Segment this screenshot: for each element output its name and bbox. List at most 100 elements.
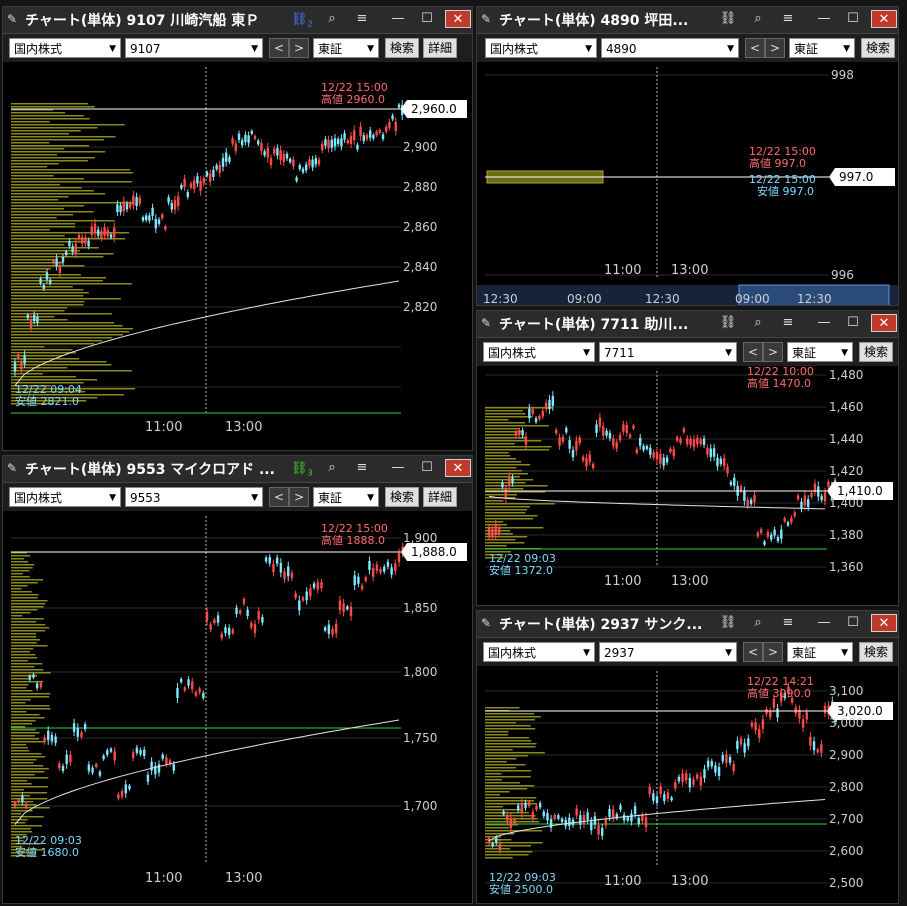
pin-icon[interactable]: ✎ [481, 615, 497, 631]
exchange-select[interactable]: 東証 ▼ [787, 642, 853, 662]
minimize-button[interactable]: — [387, 10, 409, 28]
pin-icon[interactable]: ✎ [481, 315, 497, 331]
menu-icon[interactable]: ≡ [777, 10, 799, 28]
title-bar[interactable]: ✎ チャート(単体) 9553 マイクロアド ... ⛓3 ⌕ ≡ — ☐ ✕ [3, 456, 472, 483]
next-button[interactable]: > [289, 487, 309, 507]
maximize-button[interactable]: ☐ [416, 459, 438, 477]
candle [49, 279, 52, 284]
price-chart[interactable]: 1,410.01,4801,4601,4401,4201,4001,3801,3… [477, 367, 898, 605]
candle [183, 687, 187, 691]
candle [581, 456, 585, 461]
title-bar[interactable]: ✎ チャート(単体) 2937 サンク... ⛓ ⌕ ≡ — ☐ ✕ [477, 611, 898, 638]
prev-button[interactable]: < [269, 38, 289, 58]
next-button[interactable]: > [289, 38, 309, 58]
price-chart[interactable]: 1,888.01,900 1,850 1,800 1,750 1,700 11:00 13:… [3, 512, 472, 904]
menu-icon[interactable]: ≡ [351, 459, 373, 477]
market-select[interactable]: 国内株式 ▼ [9, 487, 121, 507]
search-icon[interactable]: ⌕ [321, 10, 343, 28]
search-button[interactable]: 検索 [859, 642, 893, 662]
exchange-select[interactable]: 東証 ▼ [787, 342, 853, 362]
detail-button[interactable]: 詳細 [423, 487, 457, 507]
code-input[interactable]: 9107 ▼ [125, 38, 263, 58]
candle [686, 438, 689, 445]
link-icon[interactable]: ⛓3 [291, 461, 313, 478]
title-bar[interactable]: ✎ チャート(単体) 7711 助川... ⛓ ⌕ ≡ — ☐ ✕ [477, 311, 898, 338]
menu-icon[interactable]: ≡ [777, 314, 799, 332]
detail-button[interactable]: 詳細 [423, 38, 457, 58]
search-button[interactable]: 検索 [385, 38, 419, 58]
window-title: チャート(単体) 2937 サンク... [499, 617, 703, 633]
volume-bar [11, 115, 84, 117]
code-input[interactable]: 4890 ▼ [601, 38, 739, 58]
price-chart[interactable]: 2,960.0 2,900 2,880 2,860 2,840 2,820 11:00 13:… [3, 63, 472, 451]
market-select[interactable]: 国内株式 ▼ [9, 38, 121, 58]
menu-icon[interactable]: ≡ [351, 10, 373, 28]
link-icon[interactable]: ⛓ [717, 314, 739, 332]
close-button[interactable]: ✕ [871, 10, 897, 28]
candle [706, 760, 710, 768]
search-icon[interactable]: ⌕ [747, 10, 769, 28]
search-icon[interactable]: ⌕ [747, 614, 769, 632]
next-button[interactable]: > [763, 342, 783, 362]
candle [298, 165, 301, 170]
maximize-button[interactable]: ☐ [416, 10, 438, 28]
search-button[interactable]: 検索 [385, 487, 419, 507]
link-icon[interactable]: ⛓ [717, 10, 739, 28]
exchange-select[interactable]: 東証 ▼ [313, 38, 379, 58]
candle [261, 616, 264, 623]
chevron-down-icon: ▼ [727, 44, 734, 54]
title-bar[interactable]: ✎ チャート(単体) 4890 坪田... ⛓ ⌕ ≡ — ☐ ✕ [477, 7, 898, 34]
minimize-button[interactable]: — [387, 459, 409, 477]
menu-icon[interactable]: ≡ [777, 614, 799, 632]
code-input[interactable]: 9553 ▼ [125, 487, 263, 507]
volume-bar [485, 773, 502, 775]
link-icon[interactable]: ⛓2 [291, 12, 313, 29]
candle [639, 437, 642, 446]
volume-bar [485, 518, 534, 520]
maximize-button[interactable]: ☐ [842, 314, 864, 332]
candle [39, 278, 42, 284]
candle [633, 806, 637, 815]
exchange-select[interactable]: 東証 ▼ [313, 487, 379, 507]
close-button[interactable]: ✕ [871, 314, 897, 332]
minimize-button[interactable]: — [813, 314, 835, 332]
code-input[interactable]: 2937 ▼ [599, 642, 737, 662]
next-button[interactable]: > [765, 38, 785, 58]
volume-bar [11, 690, 33, 692]
volume-bar [11, 759, 37, 761]
maximize-button[interactable]: ☐ [842, 10, 864, 28]
candle [98, 771, 102, 776]
candle [241, 140, 244, 146]
pin-icon[interactable]: ✎ [7, 11, 23, 27]
volume-bar [11, 268, 51, 270]
search-button[interactable]: 検索 [859, 342, 893, 362]
search-button[interactable]: 検索 [861, 38, 895, 58]
minimize-button[interactable]: — [813, 10, 835, 28]
prev-button[interactable]: < [269, 487, 289, 507]
prev-button[interactable]: < [745, 38, 765, 58]
price-chart[interactable]: 3,020.03,1003,0002,9002,8002,7002,6002,5… [477, 667, 898, 903]
prev-button[interactable]: < [743, 342, 763, 362]
close-button[interactable]: ✕ [445, 10, 471, 28]
maximize-button[interactable]: ☐ [842, 614, 864, 632]
market-select[interactable]: 国内株式 ▼ [485, 38, 597, 58]
search-icon[interactable]: ⌕ [321, 459, 343, 477]
market-select[interactable]: 国内株式 ▼ [483, 642, 595, 662]
exchange-select[interactable]: 東証 ▼ [789, 38, 855, 58]
volume-bar [11, 103, 89, 105]
prev-button[interactable]: < [743, 642, 763, 662]
market-select[interactable]: 国内株式 ▼ [483, 342, 595, 362]
pin-icon[interactable]: ✎ [481, 11, 497, 27]
link-icon[interactable]: ⛓ [717, 614, 739, 632]
pin-icon[interactable]: ✎ [7, 460, 23, 476]
price-chart[interactable]: 997.099899611:00 13:0012/22 15:00高値 997.0… [477, 63, 898, 306]
minimize-button[interactable]: — [813, 614, 835, 632]
title-bar[interactable]: ✎ チャート(単体) 9107 川崎汽船 東Ｐ ⛓2 ⌕ ≡ — ☐ ✕ [3, 7, 472, 34]
next-button[interactable]: > [763, 642, 783, 662]
code-input[interactable]: 7711 ▼ [599, 342, 737, 362]
search-icon[interactable]: ⌕ [747, 314, 769, 332]
candle [803, 495, 807, 506]
close-button[interactable]: ✕ [445, 459, 471, 477]
close-button[interactable]: ✕ [871, 614, 897, 632]
volume-bar [11, 783, 32, 785]
